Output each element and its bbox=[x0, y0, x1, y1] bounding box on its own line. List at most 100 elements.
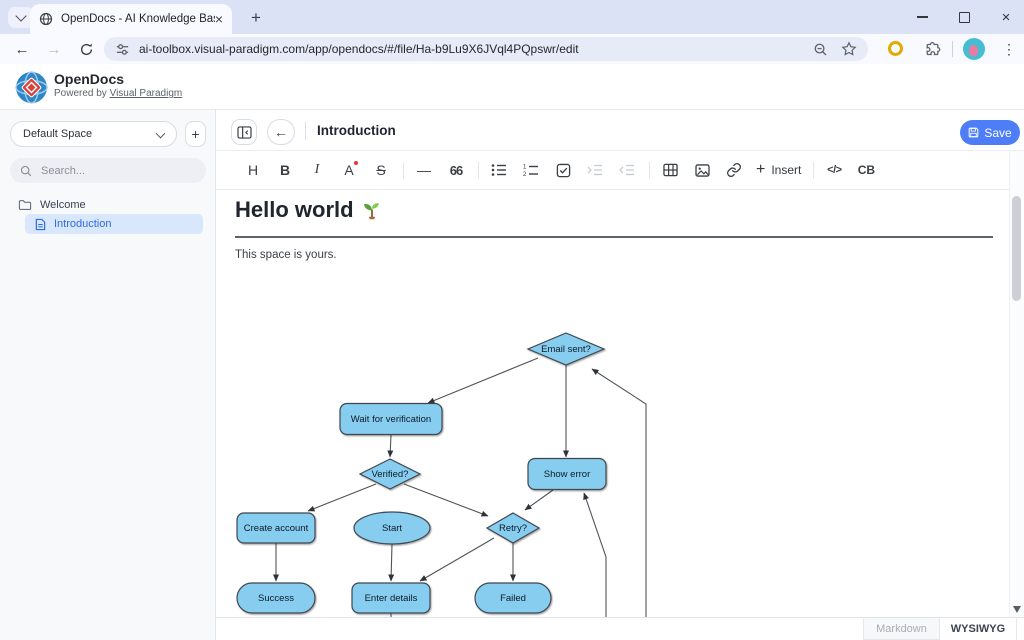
close-icon: × bbox=[1002, 10, 1011, 25]
sidebar-item-introduction[interactable]: Introduction bbox=[25, 214, 203, 234]
save-button[interactable]: Save bbox=[960, 120, 1020, 145]
vertical-scrollbar[interactable] bbox=[1009, 151, 1024, 617]
address-bar[interactable]: ai-toolbox.visual-paradigm.com/app/opend… bbox=[104, 37, 868, 61]
toolbar-divider bbox=[478, 162, 479, 179]
image-button[interactable] bbox=[692, 160, 712, 180]
extension-ring-icon[interactable] bbox=[888, 41, 903, 56]
app-name: OpenDocs bbox=[54, 71, 182, 88]
outdent-button[interactable] bbox=[617, 160, 637, 180]
document-paragraph: This space is yours. bbox=[235, 249, 337, 261]
flow-edge-verified-to-retry bbox=[404, 484, 488, 516]
search-box[interactable] bbox=[10, 158, 206, 183]
svg-text:1: 1 bbox=[523, 165, 527, 171]
toolbar-divider bbox=[813, 162, 814, 179]
table-button[interactable] bbox=[660, 160, 680, 180]
task-list-button[interactable] bbox=[553, 160, 573, 180]
flow-node-label-retry: Retry? bbox=[499, 523, 527, 534]
app-header: OpenDocs Powered by Visual Paradigm Shar… bbox=[0, 64, 1024, 110]
indent-icon bbox=[587, 163, 603, 177]
new-tab-button[interactable]: + bbox=[244, 6, 268, 30]
window-close-button[interactable]: × bbox=[991, 5, 1021, 29]
browser-menu-button[interactable]: ⋮ bbox=[999, 39, 1019, 59]
flow-node-show-error: Show error bbox=[528, 459, 606, 490]
scrollbar-down-arrow-icon[interactable] bbox=[1013, 606, 1021, 613]
search-icon bbox=[20, 165, 32, 177]
browser-tab-active[interactable]: OpenDocs - AI Knowledge Base × bbox=[30, 4, 232, 34]
space-selector[interactable]: Default Space bbox=[10, 121, 177, 147]
opendocs-logo bbox=[13, 69, 50, 106]
bookmark-star-icon[interactable] bbox=[841, 41, 857, 57]
flow-edge-offscreen-bottom-to-email-sent bbox=[592, 369, 646, 617]
flow-node-email-sent: Email sent? bbox=[528, 333, 604, 365]
sidebar: Default Space + Welcome Introduction bbox=[0, 110, 216, 640]
flow-node-create-account: Create account bbox=[237, 513, 315, 543]
forward-button[interactable]: → bbox=[43, 39, 65, 59]
flowchart-diagram[interactable]: Email sent? Wait for verification Verified… bbox=[216, 327, 1009, 617]
flow-node-label-verified: Verified? bbox=[372, 469, 409, 480]
scrollbar-thumb[interactable] bbox=[1012, 196, 1021, 301]
bold-button[interactable]: B bbox=[275, 160, 295, 180]
extensions-puzzle-icon[interactable] bbox=[923, 40, 941, 58]
flow-node-wait-verification: Wait for verification bbox=[340, 404, 442, 435]
editor-statusbar: Markdown WYSIWYG bbox=[216, 617, 1024, 640]
toggle-sidebar-button[interactable] bbox=[231, 119, 257, 145]
search-input[interactable] bbox=[39, 164, 173, 178]
bullet-list-button[interactable] bbox=[489, 160, 509, 180]
bullet-list-icon bbox=[491, 163, 507, 177]
indent-button[interactable] bbox=[585, 160, 605, 180]
ordered-list-button[interactable]: 1 2 bbox=[521, 160, 541, 180]
svg-text:2: 2 bbox=[523, 172, 527, 177]
flow-node-success: Success bbox=[237, 583, 315, 613]
window-maximize-button[interactable] bbox=[949, 5, 979, 29]
back-button-editor[interactable]: ← bbox=[267, 119, 295, 145]
flow-edge-wait-verification-to-verified bbox=[390, 435, 391, 457]
blockquote-button[interactable]: 66 bbox=[446, 160, 466, 180]
tab-title: OpenDocs - AI Knowledge Base bbox=[61, 13, 215, 25]
table-icon bbox=[663, 163, 678, 177]
powered-by: Powered by Visual Paradigm bbox=[54, 88, 182, 99]
outdent-icon bbox=[619, 163, 635, 177]
reload-button[interactable] bbox=[75, 39, 97, 59]
flow-node-verified: Verified? bbox=[360, 459, 420, 489]
strikethrough-button[interactable]: S bbox=[371, 160, 391, 180]
site-settings-icon bbox=[115, 42, 130, 57]
avatar-figure bbox=[969, 45, 978, 56]
heading-button[interactable]: H bbox=[243, 160, 263, 180]
toolbar-divider bbox=[649, 162, 650, 179]
flow-node-label-email-sent: Email sent? bbox=[541, 344, 591, 355]
document-content[interactable]: Hello world This space is yours. bbox=[216, 190, 1009, 617]
panel-left-icon bbox=[237, 126, 252, 139]
font-color-button[interactable]: A bbox=[339, 160, 359, 180]
tab-close-icon[interactable]: × bbox=[215, 12, 223, 26]
url-text: ai-toolbox.visual-paradigm.com/app/opend… bbox=[139, 42, 813, 56]
tab-markdown[interactable]: Markdown bbox=[863, 618, 940, 640]
flow-node-label-create-account: Create account bbox=[244, 523, 309, 534]
color-dot bbox=[354, 161, 358, 165]
flow-node-label-start: Start bbox=[382, 523, 402, 534]
zoom-icon[interactable] bbox=[813, 42, 828, 57]
flow-edge-start-to-enter-details bbox=[391, 544, 392, 581]
page-title: Introduction bbox=[317, 123, 396, 138]
visual-paradigm-link[interactable]: Visual Paradigm bbox=[110, 88, 183, 99]
code-block-button[interactable]: CB bbox=[856, 160, 876, 180]
window-minimize-button[interactable] bbox=[907, 5, 937, 29]
checkbox-icon bbox=[556, 163, 571, 178]
link-icon bbox=[726, 162, 742, 178]
add-space-button[interactable]: + bbox=[185, 121, 206, 147]
flow-node-label-success: Success bbox=[258, 593, 294, 604]
link-button[interactable] bbox=[724, 160, 744, 180]
flow-node-enter-details: Enter details bbox=[352, 583, 430, 613]
inline-code-button[interactable]: </> bbox=[824, 160, 844, 180]
toolbar-separator bbox=[952, 41, 953, 57]
globe-favicon-icon bbox=[39, 12, 53, 26]
tab-wysiwyg[interactable]: WYSIWYG bbox=[940, 618, 1017, 640]
flow-edge-valid-input-to-show-error bbox=[564, 493, 606, 617]
italic-button[interactable]: I bbox=[307, 160, 327, 180]
horizontal-rule-button[interactable]: — bbox=[414, 160, 434, 180]
insert-button[interactable]: + Insert bbox=[756, 160, 801, 180]
browser-profile-avatar[interactable] bbox=[963, 38, 985, 60]
sidebar-item-welcome[interactable]: Welcome bbox=[18, 196, 86, 214]
flow-node-retry: Retry? bbox=[487, 513, 539, 543]
back-button[interactable]: ← bbox=[11, 39, 33, 59]
flow-edge-retry-to-enter-details bbox=[420, 538, 494, 581]
